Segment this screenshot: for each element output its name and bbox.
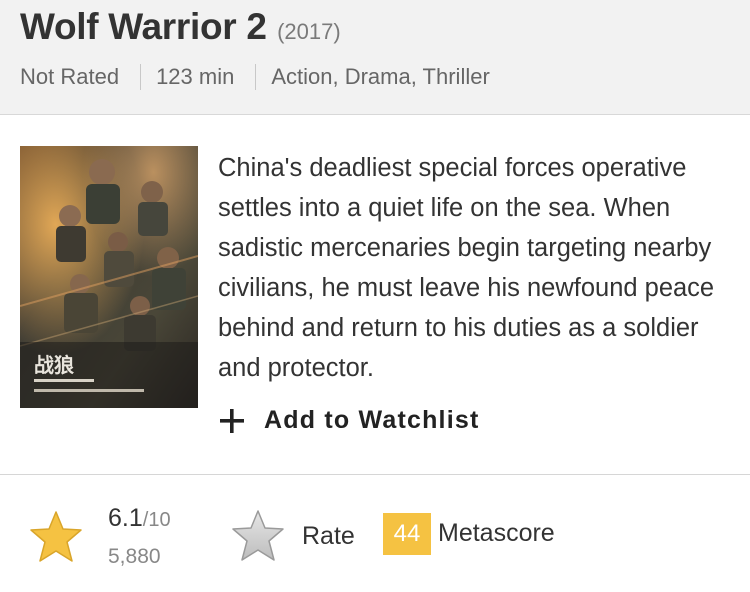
genres[interactable]: Action, Drama, Thriller — [271, 64, 489, 90]
rating-bar — [0, 475, 750, 592]
svg-text:战狼: 战狼 — [34, 353, 75, 377]
title-header: Wolf Warrior 2 (2017) Not Rated 123 min … — [0, 0, 750, 115]
rate-button[interactable]: Rate — [230, 508, 370, 564]
imdb-score: 6.1/10 — [108, 504, 171, 533]
watchlist-label: Add to Watchlist — [264, 406, 480, 434]
meta-separator — [255, 64, 257, 90]
movie-poster[interactable]: 战狼 — [20, 146, 198, 408]
title-row: Wolf Warrior 2 (2017) — [20, 6, 341, 48]
add-to-watchlist-button[interactable]: Add to Watchlist — [218, 406, 479, 435]
vote-count: 5,880 — [108, 545, 161, 568]
metascore-badge[interactable]: 44 — [383, 513, 431, 555]
movie-year[interactable]: (2017) — [277, 19, 341, 44]
poster-image: 战狼 — [20, 146, 198, 408]
movie-summary: China's deadliest special forces operati… — [218, 154, 715, 382]
meta-separator — [140, 64, 142, 90]
plus-icon — [220, 408, 244, 433]
score-value: 6.1 — [108, 504, 143, 532]
runtime: 123 min — [156, 64, 235, 89]
metascore-label[interactable]: Metascore — [438, 519, 555, 548]
movie-meta: Not Rated 123 min Action, Drama, Thrille… — [20, 64, 490, 90]
rate-label: Rate — [302, 521, 355, 550]
star-icon — [30, 511, 82, 562]
content-rating: Not Rated — [20, 64, 120, 89]
movie-title: Wolf Warrior 2 — [20, 6, 267, 47]
score-max: /10 — [142, 509, 171, 531]
star-outline-icon — [232, 510, 284, 561]
